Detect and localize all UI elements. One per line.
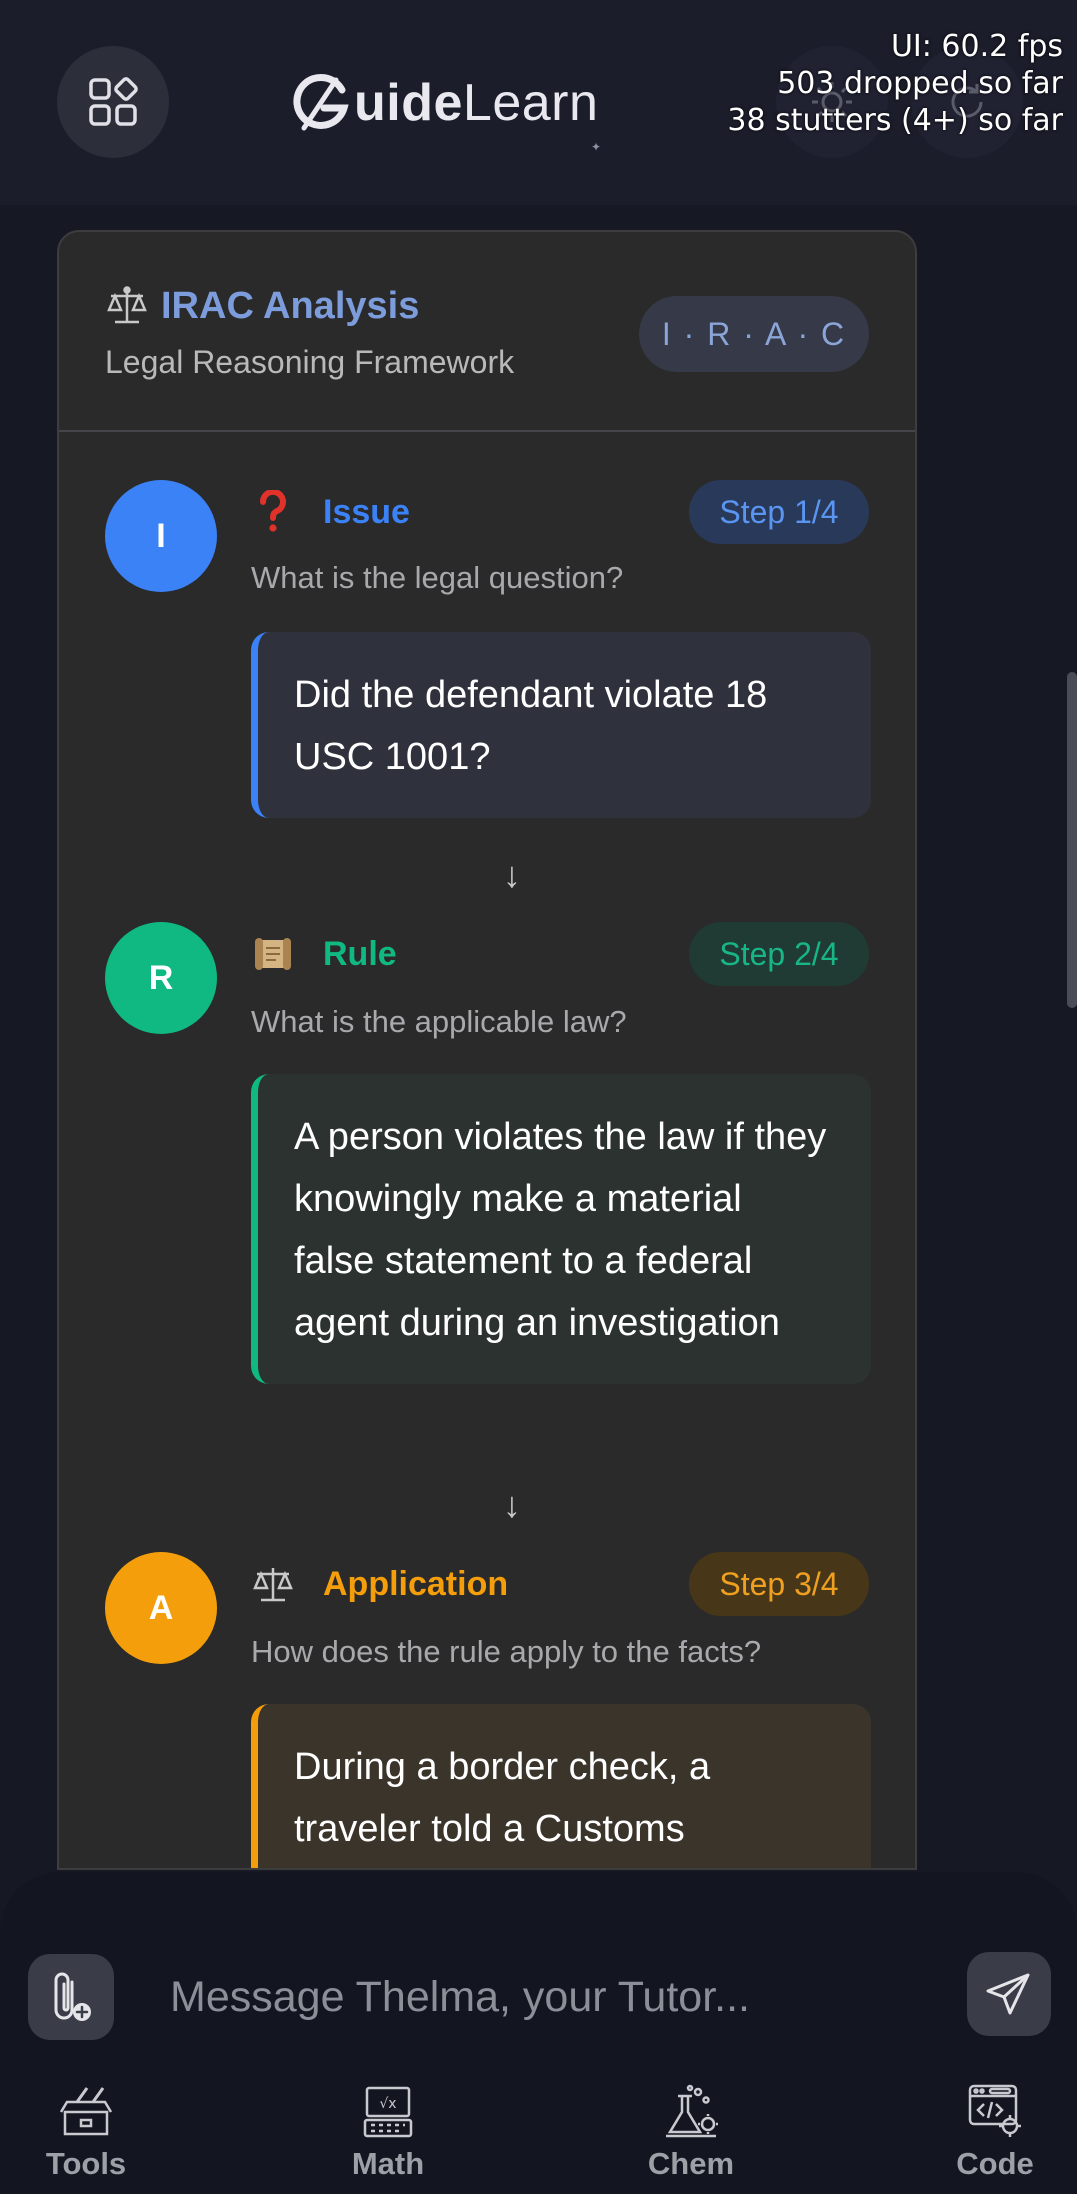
nav-label: Code: [956, 2146, 1034, 2181]
flow-arrow: ↓: [503, 1484, 521, 1525]
fps-readout: UI: 60.2 fps: [890, 29, 1063, 64]
nav-chem[interactable]: Chem: [621, 2082, 761, 2194]
message-composer: [0, 1872, 1077, 2072]
apps-button[interactable]: [57, 46, 169, 158]
step-title: Issue: [251, 490, 410, 534]
scale-icon: [107, 286, 147, 324]
attach-button[interactable]: [28, 1954, 114, 2040]
calculator-icon: √x: [363, 2086, 413, 2138]
flask-icon: [666, 2084, 718, 2138]
logo-text-light: Learn: [462, 74, 599, 132]
app-logo: uide Learn: [290, 68, 598, 138]
card-header: IRAC Analysis Legal Reasoning Framework …: [59, 232, 915, 432]
dropped-frames-readout: 503 dropped so far: [777, 66, 1063, 101]
nav-math[interactable]: √x Math: [318, 2082, 458, 2194]
step-avatar: I: [105, 480, 217, 592]
card-title-text: IRAC Analysis: [161, 284, 420, 327]
step-answer: During a border check, a traveler told a…: [251, 1704, 871, 1868]
card-subtitle: Legal Reasoning Framework: [105, 344, 515, 380]
step-title: Application: [251, 1562, 508, 1606]
step-answer: Did the defendant violate 18 USC 1001?: [251, 632, 871, 818]
nav-tools[interactable]: Tools: [16, 2082, 156, 2194]
step-progress-badge: Step 1/4: [689, 480, 869, 544]
logo-mark-icon: [293, 74, 349, 131]
step-question: What is the applicable law?: [251, 1004, 627, 1039]
scale-icon: [251, 1562, 295, 1606]
step-avatar: A: [105, 1552, 217, 1664]
step-progress-badge: Step 3/4: [689, 1552, 869, 1616]
step-progress-badge: Step 2/4: [689, 922, 869, 986]
nav-code[interactable]: Code: [925, 2082, 1065, 2194]
nav-label: Chem: [647, 2146, 735, 2181]
step-name: Rule: [323, 934, 397, 973]
nav-label: Tools: [45, 2146, 127, 2181]
paperclip-add-icon: [54, 1972, 91, 2021]
svg-text:√x: √x: [379, 2096, 396, 2112]
logo-text-bold: uide: [354, 74, 463, 132]
message-input[interactable]: [170, 1962, 930, 2032]
flow-arrow: ↓: [503, 854, 521, 895]
scrollbar[interactable]: [1067, 672, 1077, 1008]
app-header: uide Learn ✦ UI: 60.2 fps 503 dropped so …: [0, 0, 1077, 205]
step-title: Rule: [251, 932, 397, 976]
bottom-navigation: Tools √x Math Chem Code: [0, 2072, 1077, 2194]
performance-overlay: UI: 60.2 fps 503 dropped so far 38 stutt…: [727, 28, 1063, 139]
send-button[interactable]: [967, 1952, 1051, 2036]
step-avatar: R: [105, 922, 217, 1034]
step-answer: A person violates the law if they knowin…: [251, 1074, 871, 1384]
step-name: Application: [323, 1564, 509, 1603]
question-mark-icon: [251, 490, 295, 534]
irac-badge: I · R · A · C: [639, 296, 869, 372]
nav-label: Math: [351, 2146, 425, 2181]
step-question: How does the rule apply to the facts?: [251, 1634, 762, 1669]
stutters-readout: 38 stutters (4+) so far: [727, 103, 1063, 138]
sparkle-icon: ✦: [591, 140, 602, 154]
step-name: Issue: [323, 492, 410, 531]
card-title: IRAC Analysis: [105, 284, 419, 328]
irac-card: IRAC Analysis Legal Reasoning Framework …: [57, 230, 917, 1870]
toolbox-icon: [59, 2087, 113, 2136]
code-window-icon: [968, 2084, 1021, 2137]
scroll-icon: [251, 932, 295, 976]
step-question: What is the legal question?: [251, 560, 624, 595]
send-icon: [986, 1973, 1030, 2015]
apps-grid-icon: [89, 77, 138, 126]
